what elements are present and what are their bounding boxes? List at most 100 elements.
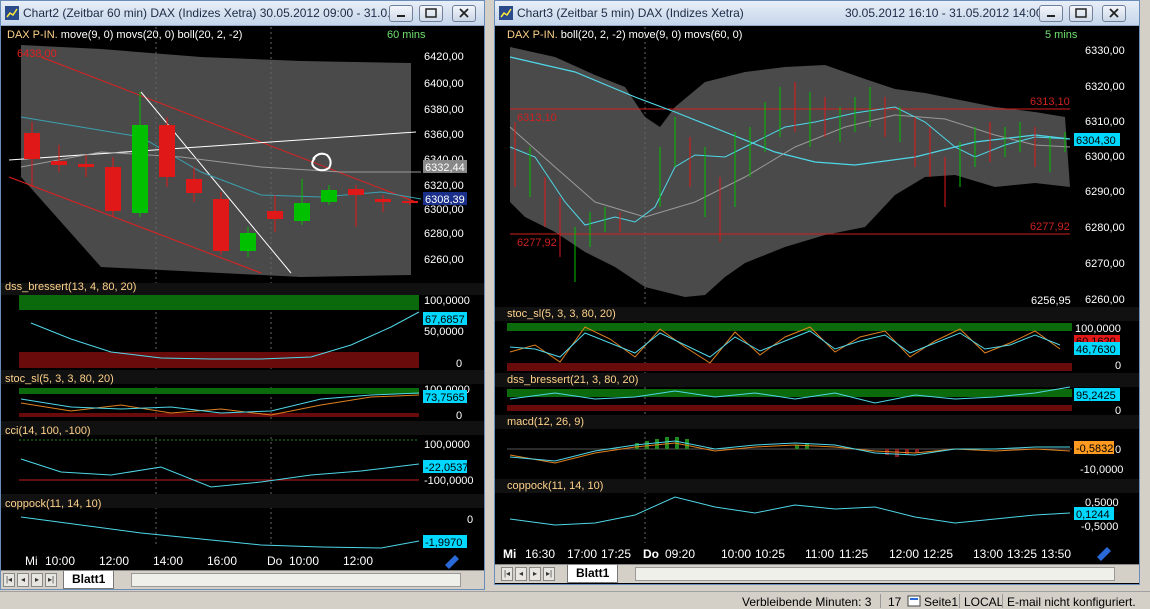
time-label: 13:50 (1041, 547, 1071, 561)
coppock-tick: -0,5000 (1081, 521, 1118, 533)
price-tick: 6290,00 (1085, 186, 1125, 198)
close-icon (1109, 8, 1119, 18)
level-label-low-right: 6277,92 (1030, 221, 1070, 233)
nav-next-icon[interactable]: ▸ (31, 573, 43, 587)
price-tick: 6320,00 (424, 180, 464, 192)
maximize-icon (1075, 8, 1087, 18)
window-date-range: 30.05.2012 16:10 - 31.05.2012 14:00 (845, 6, 1043, 20)
minimize-icon (397, 15, 405, 17)
time-label: 12:25 (923, 547, 953, 561)
panel-label-coppock: coppock(11, 14, 10) (5, 498, 102, 510)
time-label: 10:00 (45, 554, 75, 568)
price-marker-top: 6438,00 (17, 48, 57, 60)
coppock-tick: 0 (467, 514, 473, 526)
cci-line (20, 458, 420, 488)
price-tick: 6280,00 (1085, 222, 1125, 234)
sheet-tab[interactable]: Blatt1 (63, 571, 115, 589)
time-label: 09:20 (665, 547, 695, 561)
level-label-high-right: 6313,10 (1030, 96, 1070, 108)
close-button[interactable] (452, 5, 476, 22)
sheet-tab[interactable]: Blatt1 (567, 565, 619, 583)
maximize-button[interactable] (419, 5, 443, 22)
dss-value: 67,6857 (425, 314, 465, 326)
time-label: 16:30 (525, 547, 555, 561)
maximize-button[interactable] (1069, 5, 1093, 22)
nav-last-icon[interactable]: ▸| (45, 573, 57, 587)
title-bar[interactable]: Chart2 (Zeitbar 60 min) DAX (Indizes Xet… (1, 1, 484, 26)
coppock-value: -1,9970 (425, 537, 462, 549)
time-label: 11:00 (805, 547, 834, 561)
nav-last-icon[interactable]: ▸| (543, 567, 555, 581)
timeframe-label: 5 mins (1045, 29, 1078, 41)
chart-window-2[interactable]: Chart3 (Zeitbar 5 min) DAX (Indizes Xetr… (494, 0, 1140, 585)
minimize-button[interactable] (389, 5, 413, 22)
status-count: 17 (888, 595, 902, 609)
time-label: 12:00 (889, 547, 919, 561)
time-label: Do (267, 554, 283, 568)
window-title: Chart2 (Zeitbar 60 min) DAX (Indizes Xet… (23, 6, 398, 20)
time-label: 12:00 (99, 554, 129, 568)
low-price-label: 6256,95 (1031, 295, 1071, 307)
time-label: 13:00 (973, 547, 1003, 561)
macd-tick: -10,0000 (1080, 464, 1123, 476)
cci-tick: -100,0000 (424, 475, 474, 487)
panel-label-stoc: stoc_sl(5, 3, 3, 80, 20) (507, 308, 616, 320)
level-label-low: 6277,92 (517, 237, 557, 249)
time-label: Mi (25, 554, 38, 568)
price-flag-text: 6304,30 (1076, 135, 1116, 147)
page-icon (907, 595, 921, 607)
horizontal-scrollbar[interactable] (635, 567, 1115, 581)
window-title: Chart3 (Zeitbar 5 min) DAX (Indizes Xetr… (517, 6, 744, 20)
close-button[interactable] (1102, 5, 1126, 22)
sheet-bar: |◂ ◂ ▸ ▸| Blatt1 (495, 564, 1139, 583)
panel-label-dss: dss_bressert(13, 4, 80, 20) (5, 281, 137, 293)
chart-canvas-60min[interactable]: 6438,00 6420,00 6400,00 6380,00 6360,00 … (1, 27, 484, 571)
chart-app-icon (499, 6, 513, 20)
panel-label-coppock: coppock(11, 14, 10) (507, 480, 604, 492)
price-flag-gray-text: 6332,44 (425, 162, 465, 174)
sheet-bar: |◂ ◂ ▸ ▸| Blatt1 (1, 570, 484, 589)
nav-first-icon[interactable]: |◂ (3, 573, 15, 587)
price-flag-blue-text: 6308,39 (425, 194, 465, 206)
price-tick: 6260,00 (1085, 294, 1125, 306)
stoc-value: 73,7565 (425, 392, 465, 404)
time-label: 10:25 (755, 547, 785, 561)
horizontal-scrollbar[interactable] (131, 573, 461, 587)
nav-prev-icon[interactable]: ◂ (515, 567, 527, 581)
coppock-value: 0,1244 (1076, 509, 1110, 521)
price-axis: 6420,00 6400,00 6380,00 6360,00 6340,00 … (424, 51, 464, 266)
panel-label-cci: cci(14, 100, -100) (5, 425, 91, 437)
price-tick: 6320,00 (1085, 81, 1125, 93)
price-tick: 6300,00 (1085, 151, 1125, 163)
nav-prev-icon[interactable]: ◂ (17, 573, 29, 587)
panel-label-dss: dss_bressert(21, 3, 80, 20) (507, 374, 639, 386)
level-label-high: 6313,10 (517, 112, 557, 124)
time-label: 13:25 (1007, 547, 1037, 561)
minimize-button[interactable] (1039, 5, 1063, 22)
stoc-value: 46,7630 (1076, 344, 1116, 356)
nav-first-icon[interactable]: |◂ (501, 567, 513, 581)
title-bar[interactable]: Chart3 (Zeitbar 5 min) DAX (Indizes Xetr… (495, 1, 1139, 26)
nav-next-icon[interactable]: ▸ (529, 567, 541, 581)
time-label: 10:00 (721, 547, 751, 561)
chart-app-icon (5, 6, 19, 20)
price-tick: 6280,00 (424, 228, 464, 240)
time-label: Mi (503, 547, 516, 561)
status-email: E-mail nicht konfiguriert. (1007, 595, 1136, 609)
timeframe-label: 60 mins (387, 29, 426, 41)
instrument-label: DAX P-IN. boll(20, 2, -2) move(9, 0) mov… (507, 29, 743, 41)
time-label: 16:00 (207, 554, 237, 568)
macd-value: -0,5832 (1076, 443, 1113, 455)
maximize-icon (425, 8, 437, 18)
dss-tick: 50,0000 (424, 326, 464, 338)
status-page: Seite1 (924, 595, 959, 609)
stoc-tick: 0 (456, 410, 462, 422)
chart-window-1[interactable]: Chart2 (Zeitbar 60 min) DAX (Indizes Xet… (0, 0, 485, 590)
price-tick: 6260,00 (424, 254, 464, 266)
stoc-tick: 0 (1115, 360, 1121, 372)
macd-tick: 0 (1115, 444, 1121, 456)
dss-line (30, 311, 420, 360)
time-label: 17:00 (567, 547, 597, 561)
dss-tick: 0 (456, 358, 462, 370)
time-label: Do (643, 547, 659, 561)
